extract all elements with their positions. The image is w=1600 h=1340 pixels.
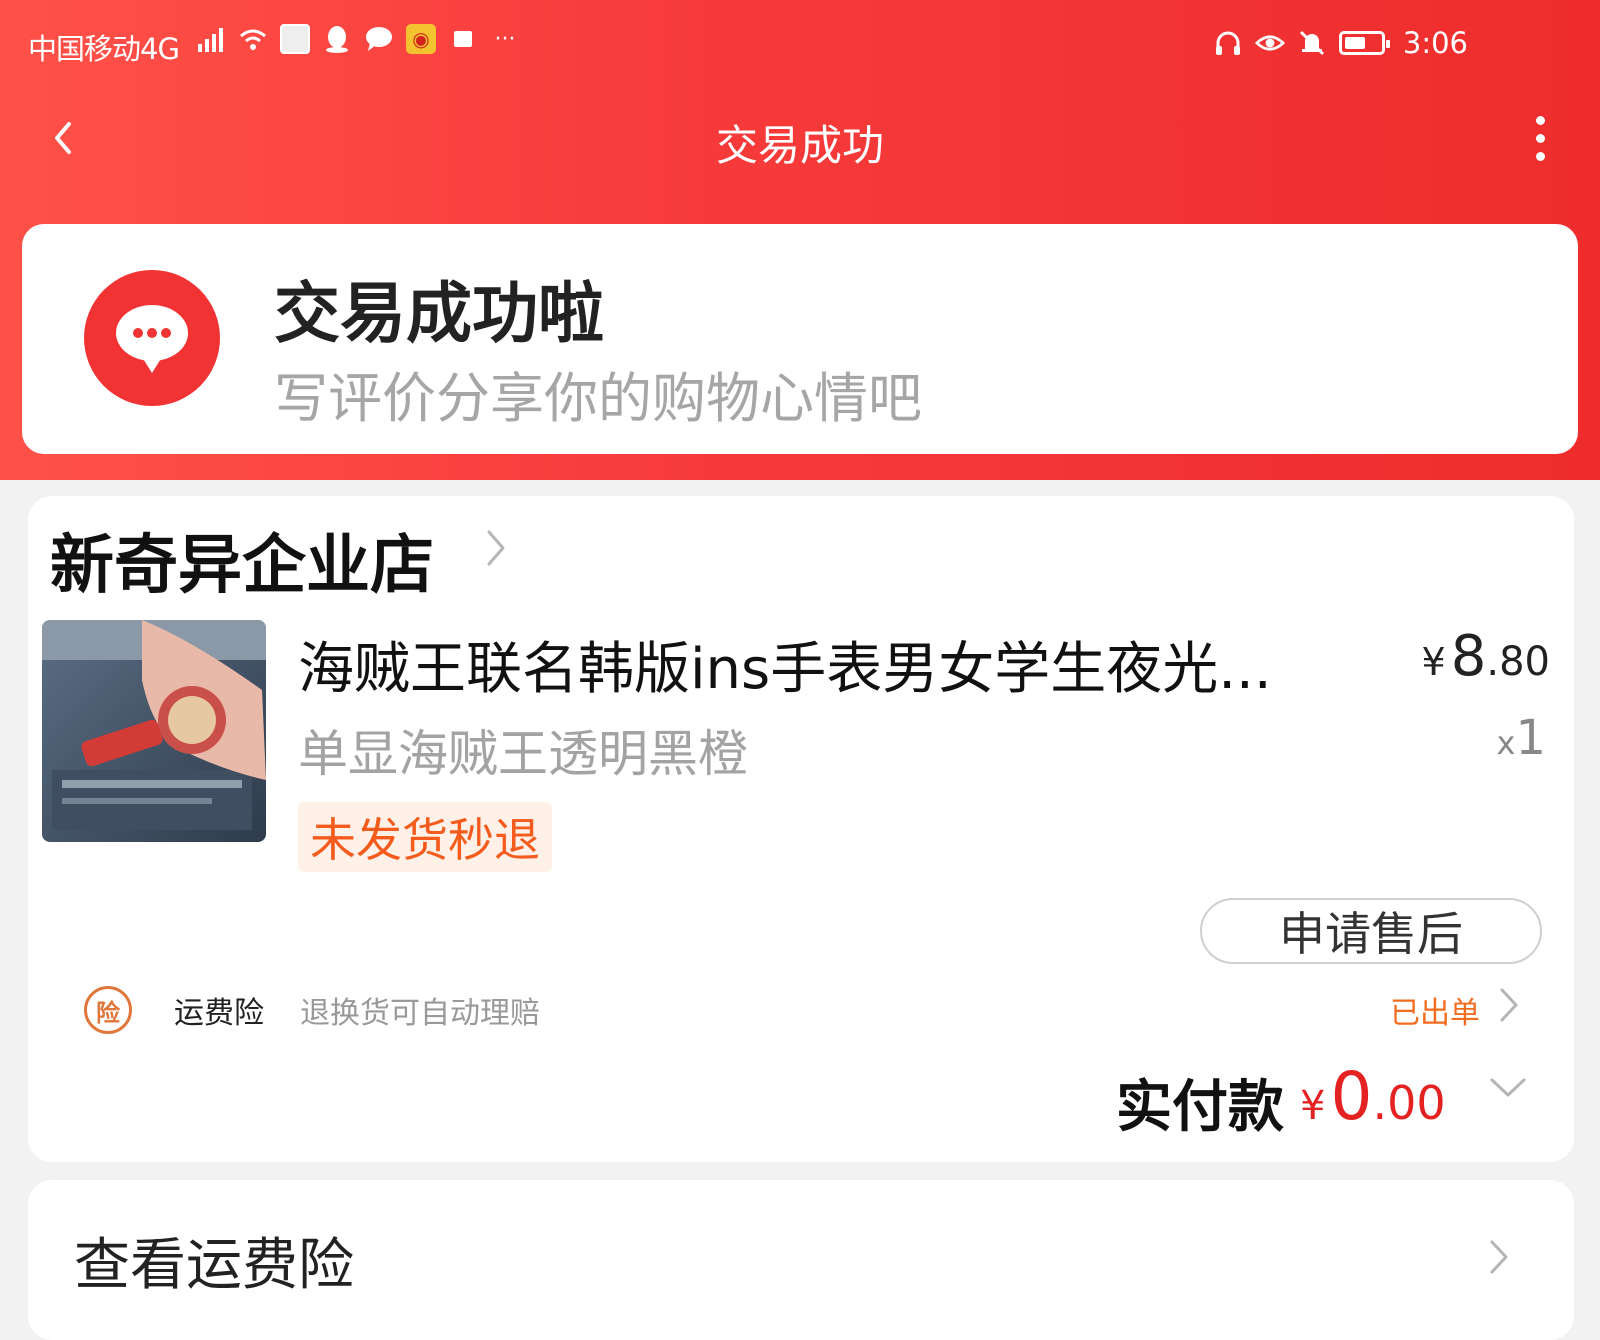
eye-icon bbox=[1254, 28, 1285, 58]
view-insurance-label: 查看运费险 bbox=[74, 1233, 354, 1298]
qq-icon bbox=[322, 24, 352, 54]
paid-integer: 0 bbox=[1330, 1058, 1373, 1135]
insurance-icon: 险 bbox=[84, 986, 132, 1034]
price-integer: 8 bbox=[1450, 624, 1487, 689]
quantity-value: 1 bbox=[1515, 710, 1546, 766]
apply-aftersale-button[interactable]: 申请售后 bbox=[1200, 898, 1542, 964]
headphones-icon bbox=[1213, 28, 1243, 58]
more-options-button[interactable] bbox=[1520, 108, 1560, 168]
product-quantity: x1 bbox=[1497, 710, 1546, 766]
paid-label: 实付款 bbox=[1116, 1075, 1284, 1140]
paid-currency: ¥ bbox=[1300, 1083, 1326, 1129]
status-notification-icons: ◉ ··· bbox=[196, 24, 520, 54]
more-notifications-icon: ··· bbox=[494, 26, 516, 52]
app-avatar-icon bbox=[280, 24, 310, 54]
battery-icon bbox=[1338, 31, 1390, 55]
more-dot-icon bbox=[1535, 151, 1545, 161]
review-chat-icon bbox=[84, 270, 220, 406]
notification-icon bbox=[448, 24, 478, 54]
mute-icon bbox=[1297, 28, 1327, 58]
product-title[interactable]: 海贼王联名韩版ins手表男女学生夜光... bbox=[298, 624, 1358, 705]
paid-decimal: .00 bbox=[1372, 1076, 1446, 1130]
refund-tag: 未发货秒退 bbox=[298, 802, 552, 872]
more-dot-icon bbox=[1535, 115, 1545, 125]
chevron-right-icon bbox=[1490, 1240, 1508, 1274]
chat-icon bbox=[364, 24, 394, 54]
review-prompt-card[interactable]: 交易成功啦 写评价分享你的购物心情吧 bbox=[22, 224, 1578, 454]
status-bar: 中国移动4G ◉ ··· 3:06 bbox=[0, 0, 1600, 90]
insurance-label: 运费险 bbox=[174, 996, 264, 1031]
price-currency: ¥ bbox=[1421, 640, 1446, 684]
status-time: 3:06 bbox=[1402, 26, 1468, 60]
signal-icon bbox=[196, 24, 226, 54]
view-insurance-row[interactable]: 查看运费险 bbox=[28, 1180, 1574, 1340]
store-name[interactable]: 新奇异企业店 bbox=[50, 514, 434, 606]
paid-amount: ¥ 0.00 bbox=[1300, 1058, 1446, 1135]
product-price: ¥ 8.80 bbox=[1421, 624, 1550, 689]
wifi-icon bbox=[238, 24, 268, 54]
order-card: 新奇异企业店 海贼王联名韩版ins手表男女学生夜光... 单显海贼王透明黑橙 ¥… bbox=[28, 496, 1574, 1162]
chevron-right-icon[interactable] bbox=[1498, 986, 1520, 1024]
insurance-description: 退换货可自动理赔 bbox=[300, 996, 540, 1031]
page-title: 交易成功 bbox=[715, 121, 884, 170]
more-dot-icon bbox=[1535, 133, 1545, 143]
price-decimal: .80 bbox=[1486, 639, 1550, 685]
chevron-down-icon[interactable] bbox=[1488, 1076, 1528, 1100]
quantity-prefix: x bbox=[1496, 724, 1516, 762]
product-sku: 单显海贼王透明黑橙 bbox=[298, 725, 748, 783]
product-image[interactable] bbox=[42, 620, 266, 842]
carrier-label: 中国移动4G bbox=[28, 32, 180, 66]
chevron-right-icon[interactable] bbox=[484, 528, 508, 568]
status-right: 3:06 bbox=[1213, 26, 1468, 60]
review-prompt-text[interactable]: 写评价分享你的购物心情吧 bbox=[274, 354, 922, 433]
success-title: 交易成功啦 bbox=[274, 275, 604, 352]
weibo-icon: ◉ bbox=[406, 24, 436, 54]
insurance-status[interactable]: 已出单 bbox=[1390, 988, 1480, 1032]
